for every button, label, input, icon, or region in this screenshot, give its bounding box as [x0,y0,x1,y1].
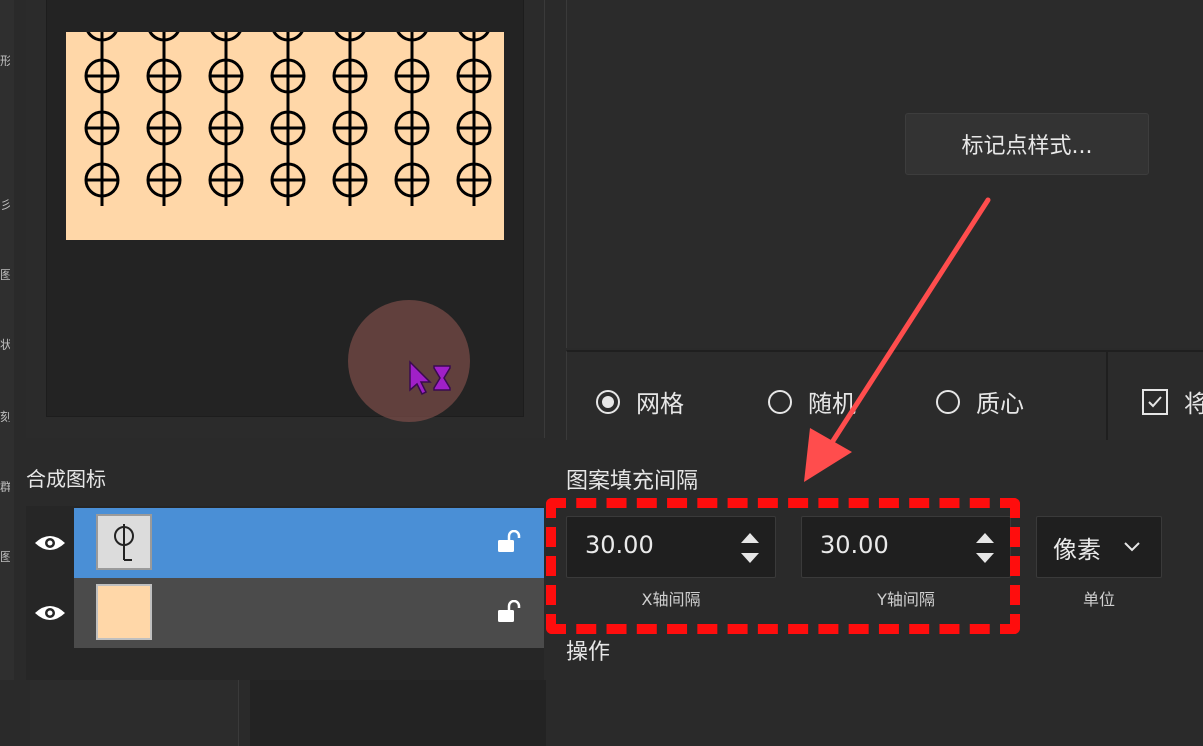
layer-item-selected[interactable] [74,508,544,578]
pattern-glyph [394,154,430,206]
bottom-panel-mid [250,680,546,746]
left-strip-char: 状 [0,338,10,350]
pattern-glyph-grid [84,32,492,206]
pattern-glyph [272,32,304,50]
unit-select[interactable]: 像素 [1036,516,1162,578]
pattern-glyph [84,102,120,154]
pattern-glyph [456,102,492,154]
pattern-glyph [396,32,428,50]
pattern-glyph [146,154,182,206]
pattern-glyph [208,102,244,154]
left-strip-char: 形 [0,54,10,66]
busy-cursor-icon [409,360,451,396]
pattern-glyph [456,50,492,102]
highlight-dashed-box [546,498,1020,634]
radio-grid-label: 网格 [636,390,684,418]
visibility-eye-icon[interactable] [26,578,74,648]
layer-item[interactable] [74,578,544,648]
left-strip-char: 图 [0,268,10,280]
pattern-glyph [208,50,244,102]
layer-thumbnail [96,584,152,640]
pattern-glyph [456,154,492,206]
left-strip-char: 刻 [0,410,10,422]
unit-label: 单位 [1082,590,1115,609]
left-strip-char: 群 [0,480,10,492]
option-checkbox[interactable]: 将 [1142,384,1203,419]
operation-title: 操作 [566,640,611,665]
pattern-glyph [84,50,120,102]
pattern-glyph [332,50,368,102]
pattern-glyph [394,50,430,102]
layer-thumbnail [96,514,152,570]
left-strip-char: 图 [0,550,10,562]
layer-row-icon[interactable] [26,508,544,578]
pattern-glyph [146,102,182,154]
pattern-glyph [270,154,306,206]
checkmark-icon [1142,388,1168,415]
pattern-glyph [394,102,430,154]
pattern-glyph [84,154,120,206]
pattern-glyph [270,50,306,102]
pattern-glyph [334,32,366,50]
pattern-glyph [332,154,368,206]
unlock-icon[interactable] [496,600,522,624]
unit-value: 像素 [1053,535,1101,564]
pattern-glyph [210,32,242,50]
pattern-spacing-title: 图案填充间隔 [566,469,699,494]
pattern-glyph [146,50,182,102]
pattern-glyph [270,102,306,154]
pattern-preview [66,32,504,240]
left-strip-char: 彡 [0,198,10,210]
pattern-glyph [332,102,368,154]
radio-grid[interactable]: 网格 [596,384,684,419]
visibility-eye-icon[interactable] [26,508,74,578]
pattern-glyph [86,32,118,50]
layer-row-background[interactable] [26,578,544,648]
checkbox-label: 将 [1184,390,1203,418]
pattern-glyph [458,32,490,50]
annotation-arrow-icon [804,197,991,482]
radio-circle-checked [596,389,620,414]
glyph-thumbnail-icon [114,524,134,561]
bottom-panel-left [30,680,239,746]
composite-icons-title: 合成图标 [26,467,106,491]
pattern-glyph [148,32,180,50]
chevron-down-icon [1124,542,1140,552]
marker-style-button[interactable]: 标记点样式... [905,113,1149,175]
unlock-icon[interactable] [496,530,522,554]
pattern-glyph [208,154,244,206]
left-sidebar-strip: 形 彡 图 状 刻 群 图 [0,0,14,680]
